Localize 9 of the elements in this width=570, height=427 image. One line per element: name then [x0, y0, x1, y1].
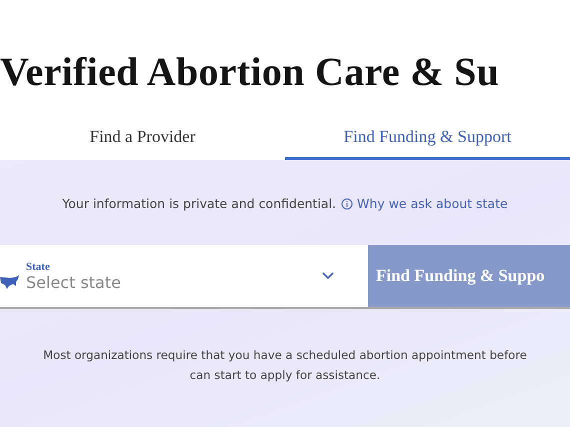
info-icon: [341, 198, 354, 210]
tab[interactable]: Find a Provider: [0, 119, 285, 160]
chevron-icon: [322, 272, 334, 280]
map-icon: [0, 274, 20, 290]
page-title: Verified Abortion Care & Su: [0, 48, 500, 95]
requirement-note: Most organizations require that you have a scheduled abortion appointment before can start to apply for assistance.: [42, 347, 528, 384]
state-select[interactable]: State Select state: [0, 245, 368, 307]
privacy-notice: Your information is private and confidential.: [62, 196, 336, 211]
info-link[interactable]: Why we ask about state: [341, 196, 508, 211]
